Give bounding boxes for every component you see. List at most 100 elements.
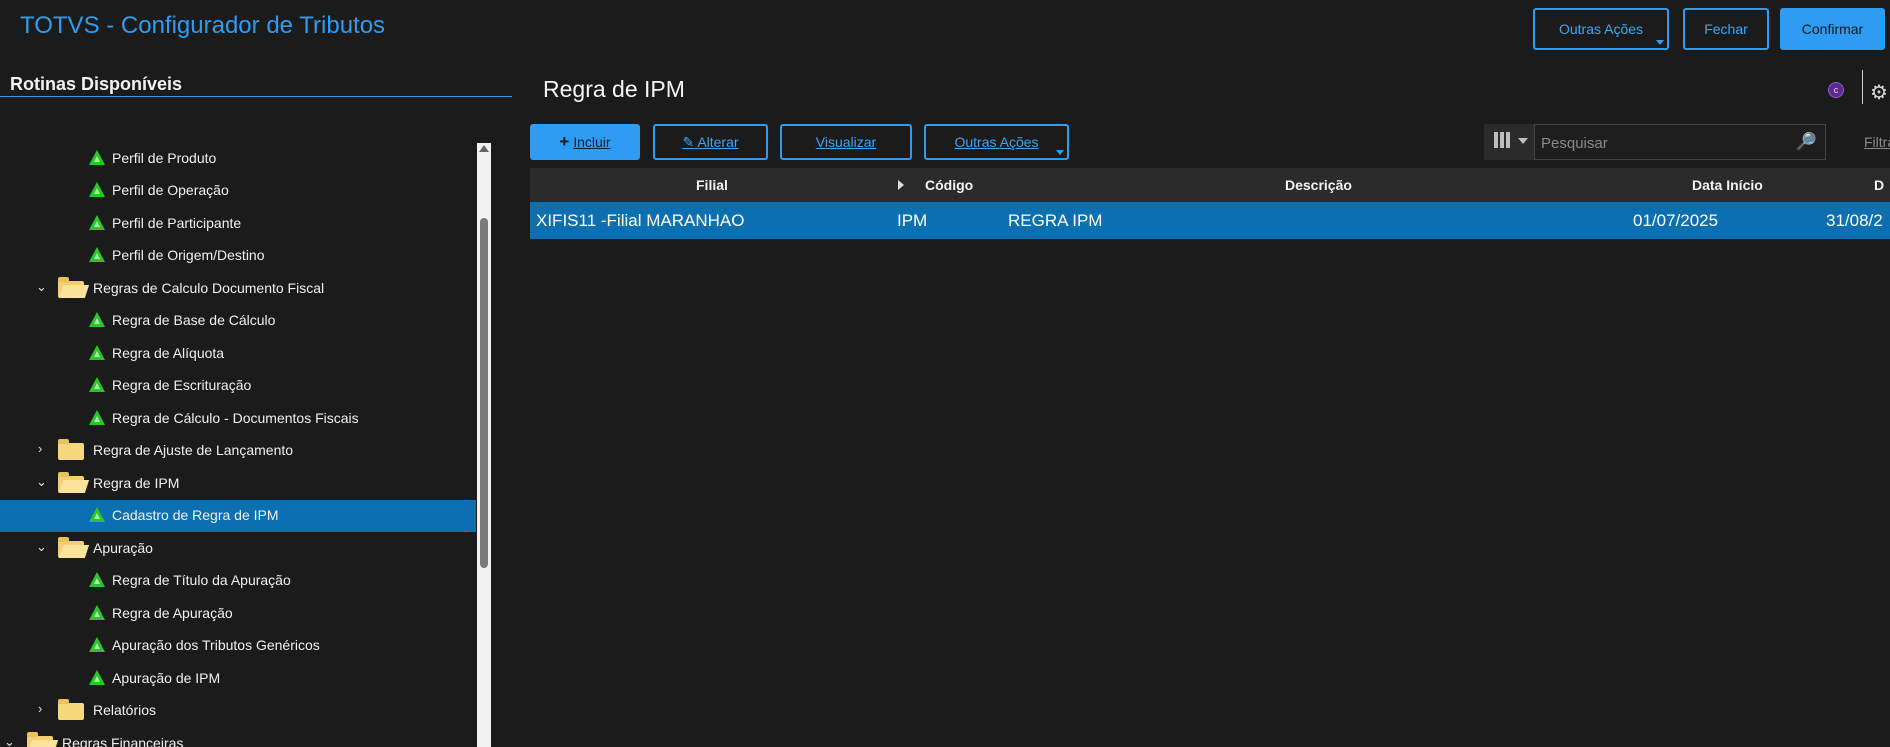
tree-folder-label: Regra de IPM (93, 475, 180, 491)
column-header-filial[interactable]: Filial (696, 177, 728, 193)
tree-folder-label: Regra de Ajuste de Lançamento (93, 442, 294, 458)
tree-item-perfil-produto[interactable]: Perfil de Produto (0, 143, 476, 175)
tree-item-label: Cadastro de Regra de IPM (112, 507, 279, 523)
tree-folder-apuracao[interactable]: ⌄ Apuração (0, 533, 476, 565)
tree-item-label: Perfil de Origem/Destino (112, 247, 265, 263)
chevron-down-icon (1518, 138, 1528, 144)
tree-folder-label: Regras Financeiras (62, 735, 184, 747)
outras-acoes-header-label: Outras Ações (1558, 21, 1644, 37)
confirmar-label: Confirmar (1801, 21, 1864, 37)
routine-leaf-icon (89, 312, 105, 327)
visualizar-button[interactable]: Visualizar (780, 124, 912, 160)
tree-folder-label: Regras de Calculo Documento Fiscal (93, 280, 325, 296)
alterar-label: Alterar (697, 133, 739, 150)
tree-item-perfil-participante[interactable]: Perfil de Participante (0, 208, 476, 240)
tree-item-perfil-operacao[interactable]: Perfil de Operação (0, 175, 476, 207)
tree-item-perfil-origem-destino[interactable]: Perfil de Origem/Destino (0, 240, 476, 272)
incluir-label: Incluir (573, 134, 611, 150)
tree-item-label: Regra de Cálculo - Documentos Fiscais (112, 410, 359, 426)
plus-icon: + (559, 132, 570, 151)
table-row[interactable]: XIFIS11 -Filial MARANHAO IPM REGRA IPM 0… (530, 202, 1890, 239)
tree-folder-regra-ajuste[interactable]: › Regra de Ajuste de Lançamento (0, 435, 476, 467)
column-header-codigo[interactable]: Código (925, 177, 973, 193)
tree-item-label: Perfil de Operação (112, 182, 229, 198)
tree-item-regra-aliquota[interactable]: Regra de Alíquota (0, 338, 476, 370)
tree-item-regra-escrituracao[interactable]: Regra de Escrituração (0, 370, 476, 402)
routine-leaf-icon (89, 345, 105, 360)
fechar-label: Fechar (1704, 21, 1748, 37)
scrollbar-thumb[interactable] (480, 218, 488, 568)
tree-folder-regra-ipm[interactable]: ⌄ Regra de IPM (0, 468, 476, 500)
incluir-button[interactable]: + Incluir (530, 124, 640, 160)
routine-leaf-icon (89, 572, 105, 587)
column-header-data-inicio[interactable]: Data Início (1692, 177, 1763, 193)
column-header-descricao[interactable]: Descrição (1285, 177, 1352, 193)
alterar-button[interactable]: ✎ Alterar (653, 124, 768, 160)
cell-data-inicio: 01/07/2025 (1633, 211, 1719, 230)
column-header-data-fim[interactable]: D (1874, 177, 1884, 193)
c-logo-icon[interactable]: c (1828, 82, 1844, 98)
tree-scrollbar[interactable] (477, 143, 491, 747)
chevron-right-icon[interactable]: › (38, 441, 42, 456)
tree-item-label: Regra de Título da Apuração (112, 572, 291, 588)
tree-folder-label: Apuração (93, 540, 153, 556)
tree-item-apuracao-ipm[interactable]: Apuração de IPM (0, 663, 476, 695)
search-input[interactable] (1539, 131, 1793, 155)
outras-acoes-header-button[interactable]: Outras Ações (1533, 8, 1669, 50)
tree-item-regra-titulo-apuracao[interactable]: Regra de Título da Apuração (0, 565, 476, 597)
routine-leaf-icon (89, 670, 105, 685)
filter-link[interactable]: Filtrar (1864, 134, 1890, 150)
folder-icon (58, 699, 84, 720)
visualizar-label: Visualizar (815, 134, 877, 150)
tree-item-label: Apuração de IPM (112, 670, 221, 686)
routine-leaf-icon (89, 247, 105, 262)
routine-leaf-icon (89, 182, 105, 197)
chevron-right-icon[interactable]: › (38, 701, 42, 716)
chevron-down-icon (1056, 150, 1064, 155)
column-config-button[interactable] (1484, 124, 1534, 160)
chevron-down-icon[interactable]: ⌄ (36, 474, 47, 490)
scroll-up-arrow-icon[interactable] (479, 145, 489, 152)
columns-icon (1494, 132, 1512, 148)
tree-item-label: Regra de Escrituração (112, 377, 252, 393)
folder-open-icon (58, 472, 84, 493)
tree-item-apuracao-tributos-genericos[interactable]: Apuração dos Tributos Genéricos (0, 630, 476, 662)
tree-item-regra-calculo-documentos[interactable]: Regra de Cálculo - Documentos Fiscais (0, 403, 476, 435)
routine-leaf-icon (89, 150, 105, 165)
routine-tree: Perfil de Produto Perfil de Operação Per… (0, 143, 476, 747)
routine-leaf-icon (89, 637, 105, 652)
tree-item-label: Apuração dos Tributos Genéricos (112, 637, 320, 653)
tree-folder-regras-financeiras[interactable]: ⌄ Regras Financeiras (0, 728, 476, 747)
cell-filial: XIFIS11 -Filial MARANHAO (536, 211, 745, 230)
search-icon[interactable]: 🔎 (1796, 132, 1817, 152)
tree-item-regra-apuracao[interactable]: Regra de Apuração (0, 598, 476, 630)
outras-acoes-toolbar-label: Outras Ações (954, 134, 1039, 150)
folder-open-icon (27, 732, 53, 747)
cell-codigo: IPM (897, 211, 928, 230)
routine-leaf-icon (89, 410, 105, 425)
search-field[interactable]: 🔎 (1534, 124, 1826, 160)
folder-open-icon (58, 537, 84, 558)
folder-open-icon (58, 277, 84, 298)
page-title: Regra de IPM (543, 76, 685, 102)
chevron-down-icon[interactable]: ⌄ (36, 279, 47, 295)
tree-item-cadastro-regra-ipm[interactable]: Cadastro de Regra de IPM (0, 500, 476, 532)
chevron-down-icon[interactable]: ⌄ (4, 734, 15, 747)
tree-folder-regras-calculo[interactable]: ⌄ Regras de Calculo Documento Fiscal (0, 273, 476, 305)
folder-icon (58, 439, 84, 460)
tree-item-regra-base-calculo[interactable]: Regra de Base de Cálculo (0, 305, 476, 337)
gear-icon[interactable]: ⚙ (1870, 80, 1888, 105)
toolbar-divider (1862, 70, 1863, 104)
tree-folder-relatorios[interactable]: › Relatórios (0, 695, 476, 727)
tree-item-label: Perfil de Produto (112, 150, 217, 166)
left-panel-divider (0, 96, 512, 97)
chevron-down-icon (1656, 40, 1664, 45)
sort-arrow-icon[interactable] (898, 180, 904, 190)
outras-acoes-toolbar-button[interactable]: Outras Ações (924, 124, 1069, 160)
tree-item-label: Regra de Alíquota (112, 345, 225, 361)
confirmar-button[interactable]: Confirmar (1780, 8, 1885, 50)
fechar-button[interactable]: Fechar (1683, 8, 1769, 50)
chevron-down-icon[interactable]: ⌄ (36, 539, 47, 555)
pencil-icon: ✎ (682, 133, 695, 150)
routine-leaf-icon (89, 507, 105, 522)
